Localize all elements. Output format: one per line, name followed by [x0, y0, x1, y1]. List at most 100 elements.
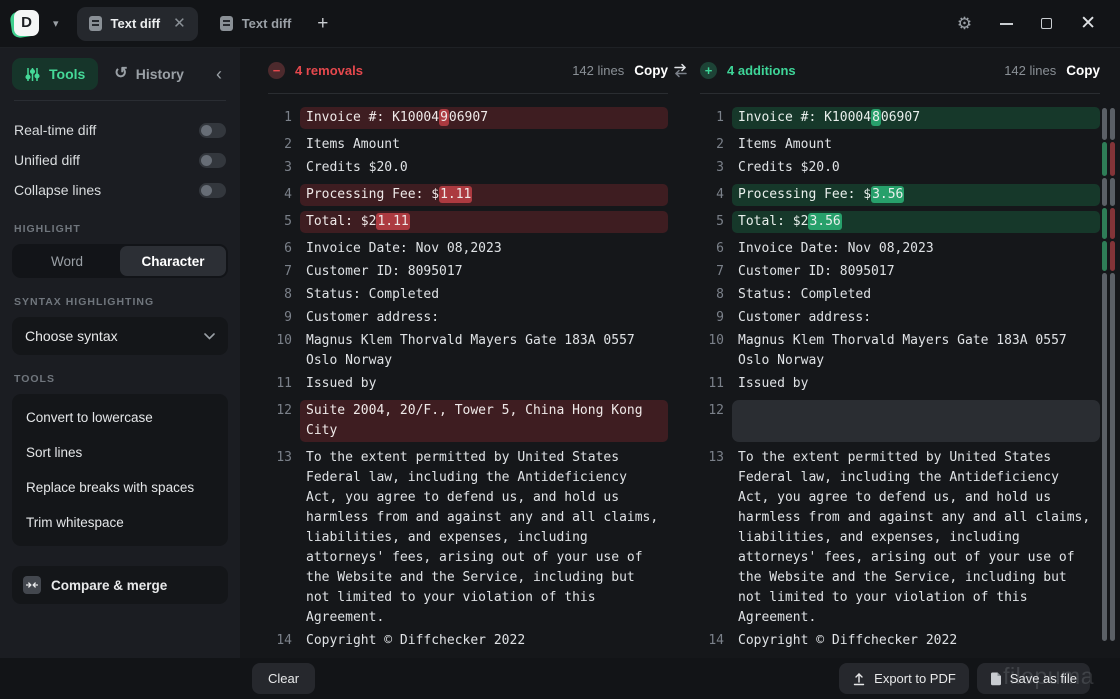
close-tab-icon[interactable]: ✕: [173, 16, 186, 31]
dropdown-selected-value: Choose syntax: [25, 328, 118, 344]
line-number: 1: [268, 107, 292, 129]
diff-text-segment: Invoice Date: Nov 08,2023: [306, 241, 502, 256]
diff-char-highlight: 9: [439, 109, 449, 126]
diff-line: 1 Invoice #: K10004906907: [268, 107, 668, 129]
divider: [14, 100, 226, 101]
tool-trim-whitespace[interactable]: Trim whitespace: [12, 505, 228, 540]
minimap-segment: [1102, 108, 1107, 140]
diff-line: 5Total: $21.11: [268, 211, 668, 233]
minimap-segment: [1110, 178, 1115, 206]
tool-replace-breaks[interactable]: Replace breaks with spaces: [12, 470, 228, 505]
line-number: 9: [700, 307, 724, 329]
toggle-label-realtime-diff: Real-time diff: [14, 122, 96, 138]
diff-text-segment: Total: $2: [306, 214, 376, 229]
left-copy-button[interactable]: Copy: [634, 63, 668, 78]
removals-badge: 4 removals: [295, 63, 363, 78]
diff-line-text: Processing Fee: $1.11: [300, 184, 668, 206]
diff-text-segment: Credits $20.0: [306, 160, 408, 175]
collapse-sidebar-icon[interactable]: ‹: [210, 65, 228, 83]
line-number: 14: [700, 630, 724, 652]
tool-sort-lines[interactable]: Sort lines: [12, 435, 228, 470]
tab-text-diff-2[interactable]: Text diff: [208, 7, 304, 41]
minimap-additions-track[interactable]: [1102, 108, 1107, 652]
diff-line: 6Invoice Date: Nov 08,2023: [700, 238, 1100, 260]
diff-line-text: Issued by: [732, 373, 1100, 395]
diff-text-segment: Customer address:: [738, 310, 871, 325]
minimap-diff-marker: [1102, 241, 1107, 271]
line-number: 9: [268, 307, 292, 329]
window-maximize-button[interactable]: [1041, 18, 1052, 29]
diff-line-text: Invoice Date: Nov 08,2023: [732, 238, 1100, 260]
app-logo-menu[interactable]: D: [13, 10, 41, 38]
highlight-section-label: HIGHLIGHT: [14, 223, 226, 235]
diff-line-text: Customer address:: [300, 307, 668, 329]
settings-gear-icon[interactable]: ⚙: [957, 14, 972, 34]
removals-minus-icon: −: [268, 62, 285, 79]
diff-line: 11Issued by: [268, 373, 668, 395]
right-copy-button[interactable]: Copy: [1066, 63, 1100, 78]
diff-line: 7Customer ID: 8095017: [268, 261, 668, 283]
diff-pane-left: − 4 removals 142 lines Copy 1Invoice #: …: [268, 48, 668, 658]
line-number: 3: [700, 157, 724, 179]
diff-text-segment: Copyright © Diffchecker 2022: [306, 633, 525, 648]
realtime-diff-toggle[interactable]: [199, 123, 226, 138]
window-minimize-button[interactable]: [1000, 23, 1013, 25]
sidebar-tab-tools[interactable]: Tools: [12, 58, 98, 90]
scrollbar-minimap[interactable]: [1102, 108, 1116, 652]
chevron-down-icon[interactable]: ▾: [53, 17, 59, 30]
diff-char-highlight: 1.11: [439, 186, 472, 203]
collapse-lines-toggle[interactable]: [199, 183, 226, 198]
swap-sides-icon[interactable]: [672, 63, 689, 83]
sidebar-tab-history[interactable]: ↺ History: [104, 58, 194, 90]
line-number: 2: [268, 134, 292, 156]
diff-text-segment: Issued by: [306, 376, 376, 391]
tab-text-diff-active[interactable]: Text diff ✕: [77, 7, 198, 41]
new-tab-button[interactable]: +: [317, 13, 328, 35]
diff-line-text: Invoice #: K10004906907: [300, 107, 668, 129]
toggle-knob: [201, 185, 212, 196]
line-number: 13: [268, 447, 292, 629]
diff-line: 4Processing Fee: $1.11: [268, 184, 668, 206]
right-diff-content[interactable]: 1Invoice #: K100048069072Items Amount3Cr…: [700, 102, 1100, 658]
highlight-option-word[interactable]: Word: [14, 246, 120, 276]
window-titlebar: D ▾ Text diff ✕ Text diff + ⚙ ✕: [0, 0, 1120, 48]
diff-line: 3Credits $20.0: [268, 157, 668, 179]
diff-text-segment: To the extent permitted by United States…: [306, 450, 666, 625]
toggle-knob: [201, 125, 212, 136]
diff-text-segment: Processing Fee: $: [306, 187, 439, 202]
diff-line-text: Items Amount: [732, 134, 1100, 156]
diff-line-text: Status: Completed: [300, 284, 668, 306]
sidebar: Tools ↺ History ‹ Real-time diff Unified…: [0, 48, 240, 699]
unified-diff-toggle[interactable]: [199, 153, 226, 168]
tool-convert-lowercase[interactable]: Convert to lowercase: [12, 400, 228, 435]
tools-section-label: TOOLS: [14, 373, 226, 385]
history-icon: ↺: [114, 66, 127, 82]
line-number: 5: [268, 211, 292, 233]
minimap-removals-track[interactable]: [1110, 108, 1115, 652]
window-close-button[interactable]: ✕: [1080, 14, 1096, 33]
highlight-option-character[interactable]: Character: [120, 246, 226, 276]
diff-line-text: Copyright © Diffchecker 2022: [300, 630, 668, 652]
line-number: 2: [700, 134, 724, 156]
diff-text-segment: 06907: [881, 110, 920, 125]
choose-syntax-dropdown[interactable]: Choose syntax: [12, 317, 228, 355]
bottom-action-bar: Clear Export to PDF Save as file: [0, 658, 1120, 699]
diff-line-text: Credits $20.0: [732, 157, 1100, 179]
export-pdf-button[interactable]: Export to PDF: [839, 663, 969, 694]
diff-line-text: Copyright © Diffchecker 2022: [732, 630, 1100, 652]
merge-icon: [23, 576, 41, 594]
line-number: 11: [700, 373, 724, 395]
diff-line-text: Credits $20.0: [300, 157, 668, 179]
minimap-segment: [1110, 273, 1115, 641]
save-as-file-button[interactable]: Save as file: [977, 663, 1090, 694]
left-diff-content[interactable]: 1Invoice #: K100049069072Items Amount3Cr…: [268, 102, 668, 658]
compare-merge-button[interactable]: Compare & merge: [12, 566, 228, 604]
diff-text-segment: Customer address:: [306, 310, 439, 325]
diff-line: 14 Copyright © Diffchecker 2022: [700, 630, 1100, 652]
tab-label: Text diff: [242, 16, 292, 31]
clear-button[interactable]: Clear: [252, 663, 315, 694]
tab-label: Text diff: [111, 16, 161, 31]
line-number: 5: [700, 211, 724, 233]
diff-line: 13To the extent permitted by United Stat…: [268, 447, 668, 629]
minimap-diff-marker: [1110, 142, 1115, 176]
